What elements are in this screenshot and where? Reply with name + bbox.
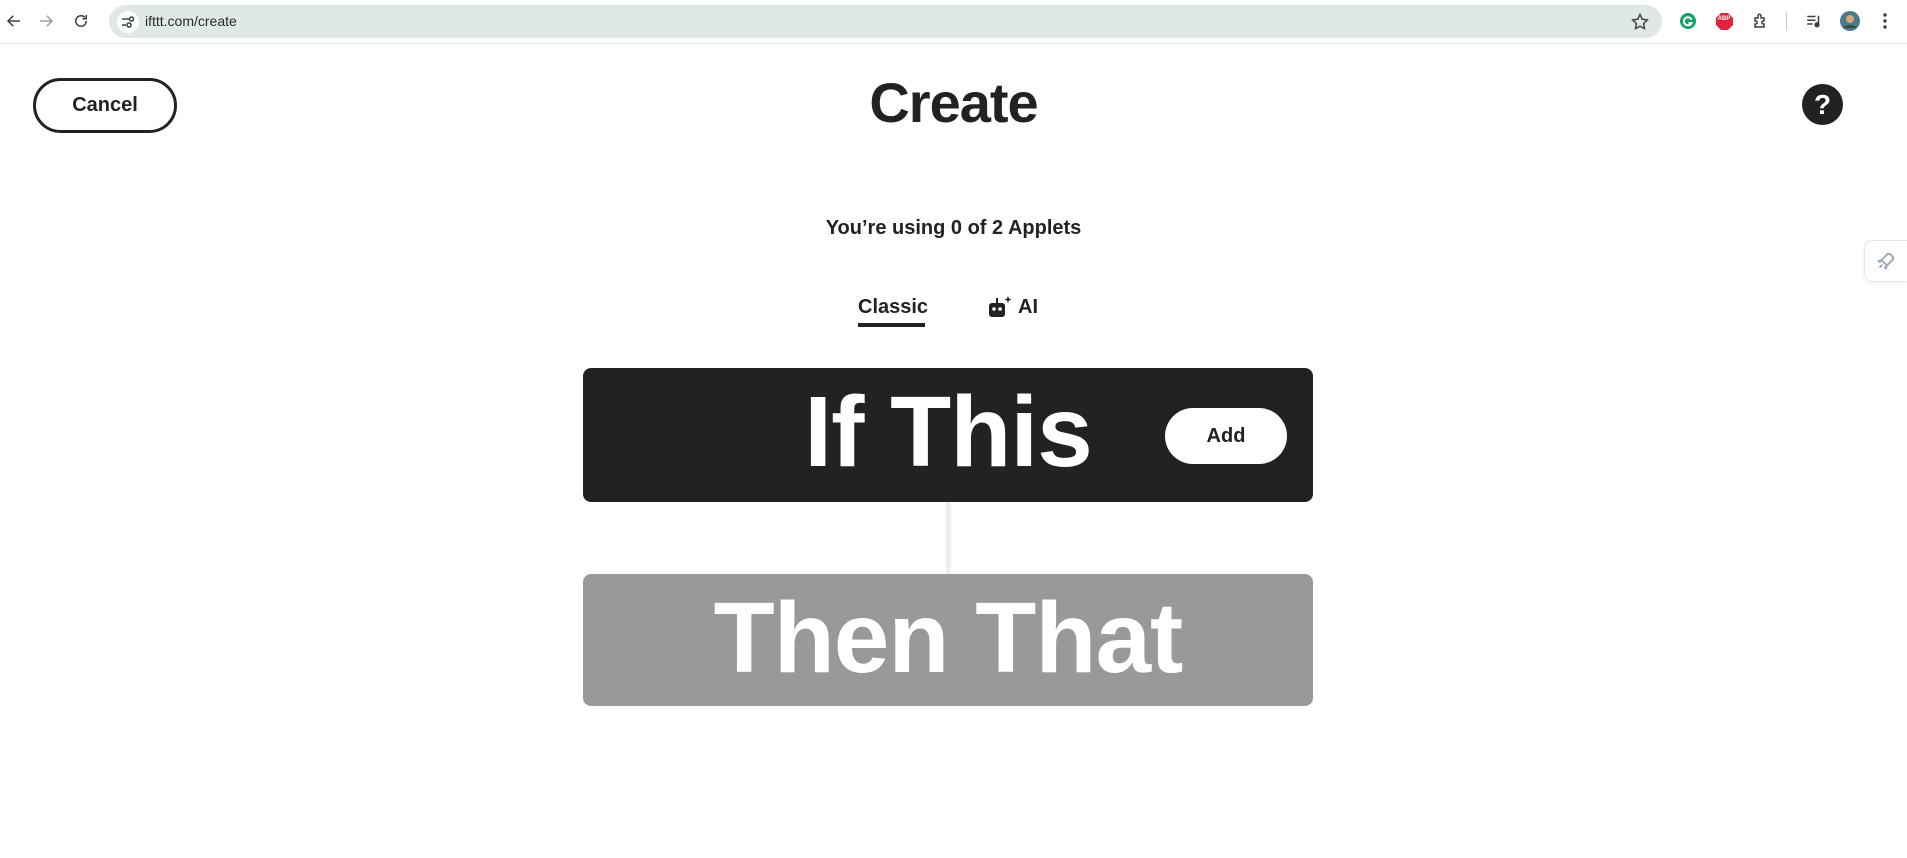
page-title: Create xyxy=(869,71,1038,134)
add-trigger-button[interactable]: Add xyxy=(1165,408,1287,464)
builder-connector-line xyxy=(946,502,951,574)
media-controls-icon[interactable] xyxy=(1803,10,1825,32)
forward-arrow-icon[interactable] xyxy=(32,7,60,35)
address-bar[interactable]: ifttt.com/create xyxy=(109,5,1662,38)
ai-robot-icon xyxy=(989,296,1012,317)
browser-toolbar: ifttt.com/create ABP xyxy=(0,0,1907,44)
site-settings-icon[interactable] xyxy=(117,11,139,33)
grammarly-icon[interactable] xyxy=(1677,10,1699,32)
back-arrow-icon[interactable] xyxy=(0,7,28,35)
toolbar-separator xyxy=(1786,12,1787,30)
if-this-card[interactable]: If This Add xyxy=(583,368,1313,502)
tab-ai-label: AI xyxy=(1018,295,1038,318)
bookmark-star-icon[interactable] xyxy=(1630,12,1650,32)
rocket-icon[interactable] xyxy=(1864,240,1907,282)
help-icon[interactable]: ? xyxy=(1802,84,1843,125)
url-text[interactable]: ifttt.com/create xyxy=(145,13,237,29)
applet-usage-text: You’re using 0 of 2 Applets xyxy=(825,217,1082,239)
tab-classic[interactable]: Classic xyxy=(858,296,928,327)
then-that-card: Then That xyxy=(583,574,1313,706)
then-that-label: Then That xyxy=(713,582,1184,694)
profile-avatar[interactable] xyxy=(1839,10,1861,32)
reload-icon[interactable] xyxy=(67,7,95,35)
extensions-puzzle-icon[interactable] xyxy=(1750,10,1772,32)
tab-ai[interactable]: AI xyxy=(987,294,1038,320)
adblock-plus-icon[interactable]: ABP xyxy=(1713,10,1735,32)
adblock-label: ABP xyxy=(1717,16,1731,22)
more-menu-icon[interactable] xyxy=(1874,10,1896,32)
